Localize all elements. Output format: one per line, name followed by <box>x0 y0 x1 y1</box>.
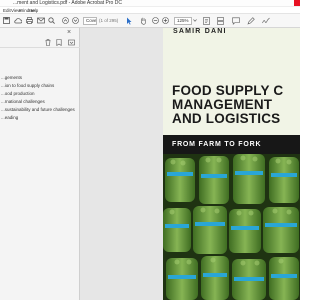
book-title-line: FOOD SUPPLY C <box>172 83 284 98</box>
book-title: FOOD SUPPLY C MANAGEMENT AND LOGISTICS <box>172 84 300 126</box>
window-close-button[interactable] <box>294 0 300 6</box>
book-title-line: MANAGEMENT <box>172 97 273 112</box>
save-icon[interactable] <box>3 17 10 25</box>
scroll-mode-icon[interactable] <box>217 17 224 25</box>
hand-tool-icon[interactable] <box>140 17 147 25</box>
bookmark-item[interactable]: ...rnational challenges <box>0 98 80 106</box>
bookmarks-panel: × ...gements ...ion to food supply chain… <box>0 28 80 300</box>
document-view[interactable]: SAMIR DANI FOOD SUPPLY C MANAGEMENT AND … <box>80 28 300 300</box>
email-icon[interactable] <box>37 17 45 25</box>
zoom-level-select[interactable]: 125% <box>174 17 192 25</box>
book-subtitle: FROM FARM TO FORK <box>172 141 262 148</box>
new-bookmark-icon[interactable] <box>56 39 62 48</box>
options-icon[interactable] <box>68 39 75 48</box>
page-count: (1 of 295) <box>99 18 119 23</box>
bookmark-list: ...gements ...ion to food supply chains … <box>0 74 80 122</box>
menu-help[interactable]: Help <box>29 8 38 13</box>
bookmark-item[interactable]: ...ion to food supply chains <box>0 82 80 90</box>
book-cover-page: SAMIR DANI FOOD SUPPLY C MANAGEMENT AND … <box>163 28 300 300</box>
delete-bookmark-icon[interactable] <box>45 39 51 48</box>
title-bar: ...ment and Logistics.pdf - Adobe Acroba… <box>0 0 300 7</box>
previous-page-icon[interactable] <box>62 17 69 25</box>
sign-icon[interactable] <box>262 17 270 25</box>
cloud-upload-icon[interactable] <box>14 17 22 25</box>
next-page-icon[interactable] <box>72 17 79 25</box>
close-icon[interactable]: × <box>67 29 71 36</box>
bookmarks-toolbar <box>0 38 80 48</box>
window-title: ...ment and Logistics.pdf - Adobe Acroba… <box>13 0 122 6</box>
menu-edit[interactable]: Edit <box>3 8 11 13</box>
book-author: SAMIR DANI <box>173 28 227 35</box>
menu-bar: Edit View Window Help <box>0 7 300 14</box>
highlight-pen-icon[interactable] <box>247 17 255 25</box>
subtitle-band: FROM FARM TO FORK <box>163 135 300 154</box>
bookmark-item[interactable]: ...sustainability and future challenges <box>0 106 80 114</box>
bookmark-item[interactable]: ...gements <box>0 74 80 82</box>
zoom-in-icon[interactable] <box>162 17 169 25</box>
select-cursor-icon[interactable] <box>126 17 132 25</box>
book-title-line: AND LOGISTICS <box>172 111 281 126</box>
bookmark-item[interactable]: ...eading <box>0 114 80 122</box>
chevron-down-icon[interactable] <box>193 19 197 27</box>
zoom-out-icon[interactable] <box>152 17 159 25</box>
bookmark-item[interactable]: ...ood production <box>0 90 80 98</box>
page-number-input[interactable]: Cover <box>83 17 97 25</box>
toolbar: Cover (1 of 295) 125% <box>0 14 300 28</box>
comment-icon[interactable] <box>232 17 240 25</box>
print-icon[interactable] <box>26 17 33 25</box>
fit-page-icon[interactable] <box>203 17 210 25</box>
search-icon[interactable] <box>48 17 55 25</box>
asparagus-cover-image <box>163 154 300 300</box>
